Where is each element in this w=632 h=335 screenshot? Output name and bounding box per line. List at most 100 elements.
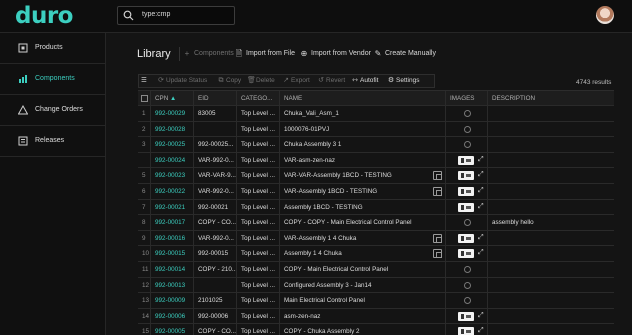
table-row[interactable]: 13 992-00009 2101025 Top Level ... Main Elec… (138, 293, 614, 309)
table-row[interactable]: 6 992-00022 VAR-992-0... Top Level ... VAR-A… (138, 184, 614, 200)
variant-icon[interactable] (433, 249, 442, 259)
cpn-link[interactable]: 992-00021 (151, 199, 194, 215)
table-row[interactable]: 11 992-00014 COPY - 210... Top Level ... COP… (138, 262, 614, 278)
settings-button[interactable]: ⚙ Settings (387, 75, 420, 87)
expand-icon[interactable]: ⤢ (478, 249, 484, 257)
menu-icon[interactable]: ☰ (141, 75, 153, 87)
import-from-file-button[interactable]: 🗎 Import from File (234, 47, 295, 61)
image-thumbnail[interactable] (458, 327, 474, 335)
update-status-button[interactable]: ⟳ Update Status (157, 75, 207, 87)
header-eid[interactable]: EID (194, 91, 237, 106)
delete-button[interactable]: 🗑 Delete (247, 75, 275, 87)
header-description[interactable]: DESCRIPTION (488, 91, 614, 106)
cpn-link[interactable]: 992-00023 (151, 168, 194, 184)
image-thumbnail[interactable] (458, 171, 474, 181)
image-thumbnail[interactable] (458, 233, 474, 243)
sidebar-item-change-orders[interactable]: Change Orders (0, 95, 106, 126)
category-cell: Top Level ... (237, 293, 280, 309)
eid-cell: VAR-992-0... (194, 230, 237, 246)
description-cell (488, 168, 614, 183)
variant-icon[interactable] (433, 187, 442, 196)
table-row[interactable]: 14 992-00006 992-00006 Top Level ... asm-zen… (138, 308, 614, 325)
search-field[interactable]: type:cmp (117, 6, 235, 25)
table-row[interactable]: 1 992-00029 83005 Top Level ... Chuka_Vali_A… (138, 106, 614, 122)
search-icon (123, 10, 134, 21)
pencil-icon: ✎ (374, 49, 382, 58)
select-all-column[interactable] (138, 91, 151, 106)
cpn-link[interactable]: 992-00015 (151, 246, 194, 262)
expand-icon[interactable]: ⤢ (478, 203, 484, 211)
table-row[interactable]: 10 992-00015 992-00015 Top Level ... Assembl… (138, 246, 614, 262)
table-row[interactable]: 8 992-00017 COPY - CO... Top Level ... COPY … (138, 215, 614, 231)
row-number: 6 (138, 184, 151, 199)
image-thumbnail[interactable] (458, 187, 474, 196)
row-number: 11 (138, 262, 151, 277)
category-cell: Top Level ... (237, 152, 280, 168)
cpn-link[interactable]: 992-00022 (151, 184, 194, 199)
create-manually-button[interactable]: ✎ Create Manually (373, 47, 436, 61)
cpn-link[interactable]: 992-00024 (151, 152, 194, 168)
image-thumbnail[interactable] (458, 311, 474, 321)
table-row[interactable]: 5 992-00023 VAR-VAR-9... Top Level ... VAR-V… (138, 168, 614, 184)
title-divider (179, 47, 180, 61)
description-cell (488, 293, 614, 308)
import-from-vendor-button[interactable]: ⊕ Import from Vendor (299, 47, 371, 61)
variant-icon[interactable] (433, 171, 442, 181)
table-row[interactable]: 9 992-00016 VAR-992-0... Top Level ... VAR-A… (138, 230, 614, 247)
image-thumbnail[interactable] (458, 155, 474, 165)
description-cell (488, 122, 614, 137)
cpn-link[interactable]: 992-00006 (151, 308, 194, 324)
expand-icon[interactable]: ⤢ (478, 187, 484, 195)
header-images[interactable]: IMAGES (446, 91, 488, 106)
user-avatar[interactable] (596, 6, 614, 24)
expand-icon[interactable]: ⤢ (478, 312, 484, 320)
no-image-icon (464, 266, 471, 273)
sidebar-item-releases[interactable]: Releases (0, 126, 106, 157)
name-cell: VAR-VAR-Assembly 1BCD - TESTING (280, 168, 446, 184)
duro-logo[interactable]: duro (15, 4, 73, 28)
cpn-link[interactable]: 992-00028 (151, 121, 194, 137)
description-cell (488, 262, 614, 277)
table-row[interactable]: 12 992-00013 Top Level ... Configured Assem… (138, 277, 614, 294)
cpn-link[interactable]: 992-00005 (151, 324, 194, 335)
components-button[interactable]: + Components (182, 47, 234, 61)
variant-icon[interactable] (433, 233, 442, 243)
header-category[interactable]: CATEGO... (237, 91, 280, 106)
page-title: Library (137, 48, 171, 60)
table-row[interactable]: 15 992-00005 COPY - CO... Top Level ... COPY… (138, 324, 614, 335)
expand-icon[interactable]: ⤢ (478, 327, 484, 335)
expand-icon[interactable]: ⤢ (478, 234, 484, 242)
cpn-link[interactable]: 992-00017 (151, 215, 194, 231)
cpn-link[interactable]: 992-00014 (151, 262, 194, 277)
cpn-link[interactable]: 992-00013 (151, 277, 194, 293)
export-button[interactable]: ↗ Export (282, 75, 310, 87)
sidebar-item-components[interactable]: Components (0, 64, 106, 95)
image-thumbnail[interactable] (458, 249, 474, 259)
table-row[interactable]: 7 992-00021 992-00021 Top Level ... Assembly… (138, 199, 614, 216)
products-icon (18, 43, 28, 53)
row-number: 7 (138, 199, 151, 215)
expand-icon[interactable]: ⤢ (478, 156, 484, 164)
category-cell: Top Level ... (237, 308, 280, 324)
revert-button[interactable]: ↺ Revert (317, 75, 345, 87)
header-cpn[interactable]: CPN ▲ (151, 91, 194, 106)
select-all-checkbox[interactable] (141, 95, 148, 102)
cpn-link[interactable]: 992-00009 (151, 293, 194, 309)
cpn-link[interactable]: 992-00016 (151, 230, 194, 246)
autofit-button[interactable]: ⇿ Autofit (351, 75, 378, 87)
category-cell: Top Level ... (237, 215, 280, 231)
search-input[interactable]: type:cmp (142, 11, 170, 18)
table-row[interactable]: 3 992-00025 992-00025... Top Level ... Chuka… (138, 137, 614, 153)
copy-button[interactable]: ⧉ Copy (217, 75, 242, 87)
table-row[interactable]: 992-00024 VAR-992-0... Top Level ... VAR-as… (138, 152, 614, 169)
cpn-link[interactable]: 992-00025 (151, 137, 194, 153)
category-cell: Top Level ... (237, 137, 280, 153)
header-name[interactable]: NAME (280, 91, 446, 106)
table-row[interactable]: 2 992-00028 Top Level ... 1000076-01PVJ (138, 121, 614, 138)
eid-cell: VAR-992-0... (194, 152, 237, 168)
image-thumbnail[interactable] (458, 202, 474, 212)
expand-icon[interactable]: ⤢ (478, 171, 484, 179)
sidebar-item-products[interactable]: Products (0, 33, 106, 64)
cpn-link[interactable]: 992-00029 (151, 106, 194, 121)
row-number: 10 (138, 246, 151, 262)
